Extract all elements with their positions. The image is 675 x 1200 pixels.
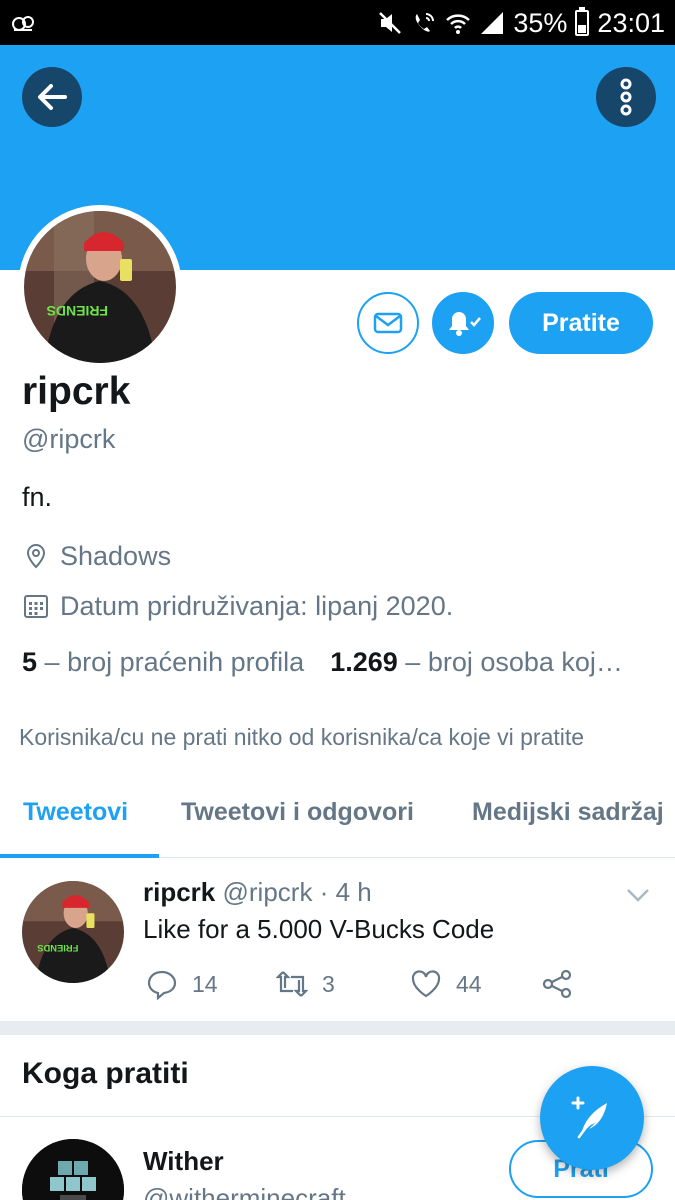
more-vertical-icon [620,78,632,116]
retweet-button[interactable]: 3 [276,967,335,1001]
tweet-author-name[interactable]: ripcrk [143,877,215,907]
tweet-avatar[interactable]: FRIENDS [22,881,124,983]
followers-link[interactable]: 1.269 – broj osoba koj… [330,647,623,677]
profile-avatar[interactable]: FRIENDS [18,205,182,369]
location-pin-icon [26,543,46,569]
suggestion-name[interactable]: Wither [143,1146,224,1177]
bell-check-icon [449,312,481,336]
tweet-header: ripcrk @ripcrk · 4 h [143,877,372,908]
location-text: Shadows [60,540,172,571]
follow-button[interactable]: Pratite [509,292,653,354]
followers-count: 1.269 [330,647,398,677]
section-separator [0,1021,675,1035]
status-bar: 35% 23:01 [0,0,675,45]
who-to-follow-title: Koga pratiti [22,1057,189,1090]
share-button[interactable] [541,967,587,1001]
retweet-count: 3 [322,970,335,997]
svg-text:FRIENDS: FRIENDS [47,303,108,319]
tweet-separator: · [319,877,329,907]
reply-button[interactable]: 14 [146,967,218,1001]
chevron-down-icon[interactable] [624,881,652,909]
profile-bio: fn. [22,482,53,512]
mute-icon [379,12,402,34]
like-count: 44 [456,970,482,997]
back-button[interactable] [22,67,82,127]
follow-stats: 5 – broj praćenih profila 1.269 – broj os… [22,647,657,678]
battery-percent: 35% [513,7,568,38]
mail-icon [373,312,403,334]
tab-media[interactable]: Medijski sadržaj [472,798,664,827]
profile-tabs: Tweetovi Tweetovi i odgovori Medijski sa… [0,776,675,858]
profile-name: ripcrk [22,370,131,413]
followers-you-know-note: Korisnika/cu ne prati nitko od korisnika… [19,724,585,750]
compose-feather-icon [571,1096,607,1139]
status-time: 23:01 [597,7,665,38]
arrow-left-icon [38,84,67,110]
compose-tweet-button[interactable] [540,1066,644,1170]
tab-tweets[interactable]: Tweetovi [23,798,128,827]
share-icon [542,969,572,999]
notification-icon [12,16,34,31]
wifi-icon [446,14,471,34]
like-button[interactable]: 44 [410,967,482,1001]
followers-label: – broj osoba koj… [405,647,623,677]
active-tab-indicator [0,854,159,858]
following-link[interactable]: 5 – broj praćenih profila [22,647,304,677]
tab-tweets-and-replies[interactable]: Tweetovi i odgovori [181,798,414,827]
wifi-call-icon [416,13,435,32]
suggestion-avatar[interactable] [22,1139,124,1200]
tweet-author-handle: @ripcrk [222,877,313,907]
retweet-icon [276,971,308,997]
tweet[interactable]: FRIENDS ripcrk @ripcrk · 4 h Like for a … [0,859,675,1021]
battery-icon [575,7,590,36]
signal-icon [481,12,504,34]
more-options-button[interactable] [596,67,656,127]
avatar-image: FRIENDS [24,211,176,363]
joined-text: Datum pridruživanja: lipanj 2020. [60,590,454,621]
message-button[interactable] [357,292,419,354]
suggestion-handle: @witherminecraft [143,1183,346,1200]
tweet-time: 4 h [335,877,372,907]
heart-icon [411,970,441,998]
reply-count: 14 [192,970,218,997]
reply-icon [147,970,177,1000]
following-count: 5 [22,647,38,677]
calendar-icon [24,595,48,618]
profile-handle: @ripcrk [22,424,116,454]
tweet-text: Like for a 5.000 V-Bucks Code [143,914,495,944]
following-label: – broj praćenih profila [44,647,305,677]
profile-location: Shadows [22,539,171,573]
notifications-button[interactable] [432,292,494,354]
svg-text:FRIENDS: FRIENDS [37,943,78,954]
profile-joined: Datum pridruživanja: lipanj 2020. [22,589,453,623]
